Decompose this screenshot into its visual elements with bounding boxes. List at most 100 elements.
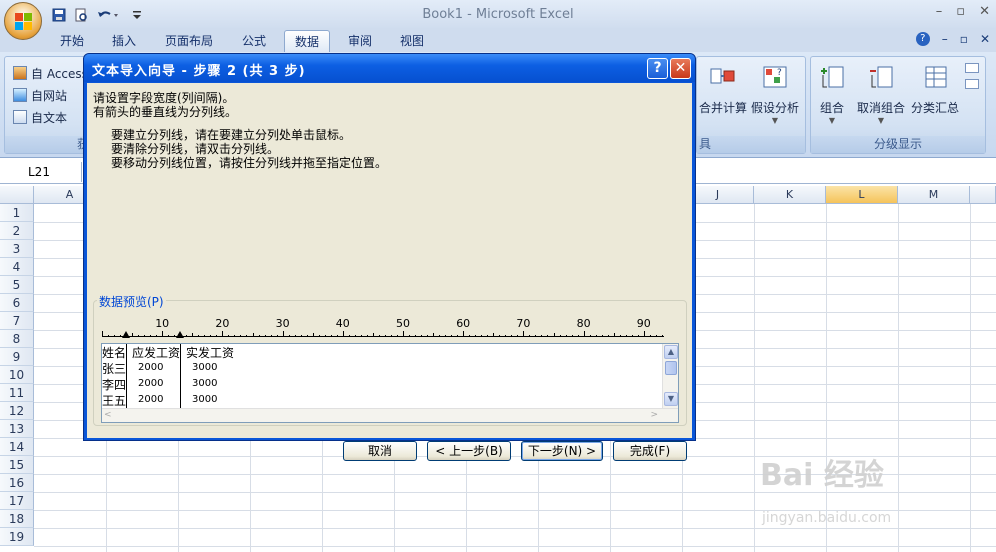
office-button[interactable] <box>4 2 42 40</box>
row-header[interactable]: 6 <box>0 294 34 312</box>
row-header[interactable]: 9 <box>0 348 34 366</box>
ruler-tick <box>228 335 230 337</box>
row-header[interactable]: 18 <box>0 510 34 528</box>
help-icon[interactable]: ? <box>915 32 930 46</box>
tab-view[interactable]: 视图 <box>392 30 432 52</box>
row-header[interactable]: 3 <box>0 240 34 258</box>
column-header-l[interactable]: L <box>826 186 898 204</box>
column-break-line[interactable] <box>180 344 181 408</box>
ruler-tick <box>396 335 398 337</box>
data-preview-box[interactable]: 姓名 应发工资 实发工资 张三 2000 3000 李四 2000 3000 王五 2000 3000… <box>101 343 679 423</box>
preview-cell: 王五 <box>102 394 127 408</box>
column-break-arrow-icon[interactable] <box>122 331 131 338</box>
close-workbook-icon[interactable]: ✕ <box>980 32 990 46</box>
select-all-corner[interactable] <box>0 186 34 204</box>
tab-insert[interactable]: 插入 <box>104 30 144 52</box>
preview-horizontal-scrollbar[interactable]: < > <box>102 408 678 422</box>
dropdown-arrow-icon: ▼ <box>828 116 836 125</box>
ruler-tick <box>655 335 657 337</box>
ruler-number: 90 <box>636 317 651 330</box>
column-gridline <box>754 204 755 552</box>
ruler-tick <box>487 335 489 337</box>
column-break-arrow-icon[interactable] <box>176 331 185 338</box>
tab-data[interactable]: 数据 <box>284 30 330 52</box>
ruler-number: 70 <box>516 317 531 330</box>
row-header[interactable]: 10 <box>0 366 34 384</box>
row-header[interactable]: 12 <box>0 402 34 420</box>
column-gridline <box>898 204 899 552</box>
ruler-tick <box>150 335 152 337</box>
column-header-n[interactable] <box>970 186 996 204</box>
column-header-m[interactable]: M <box>898 186 970 204</box>
tab-review[interactable]: 审阅 <box>340 30 380 52</box>
group-button[interactable]: 组合 ▼ <box>817 63 847 125</box>
row-header[interactable]: 16 <box>0 474 34 492</box>
scroll-thumb[interactable] <box>665 361 677 375</box>
row-header[interactable]: 7 <box>0 312 34 330</box>
ungroup-button[interactable]: 取消组合 ▼ <box>857 63 905 125</box>
column-header-k[interactable]: K <box>754 186 826 204</box>
next-button[interactable]: 下一步(N) > <box>521 441 603 461</box>
finish-button[interactable]: 完成(F) <box>613 441 687 461</box>
row-header[interactable]: 4 <box>0 258 34 276</box>
row-header[interactable]: 15 <box>0 456 34 474</box>
row-header[interactable]: 14 <box>0 438 34 456</box>
ruler-tick <box>583 331 585 337</box>
from-text-button[interactable]: 自文本 <box>13 107 67 127</box>
row-header[interactable]: 19 <box>0 528 34 546</box>
row-header[interactable]: 2 <box>0 222 34 240</box>
hide-detail-icon[interactable] <box>965 79 979 89</box>
row-header[interactable]: 5 <box>0 276 34 294</box>
subtotal-button[interactable]: 分类汇总 <box>911 63 959 116</box>
group-label: 分级显示 <box>811 136 985 153</box>
preview-cell: 张三 <box>102 362 127 376</box>
ruler-tick <box>312 333 314 337</box>
column-ruler[interactable]: 10 20 30 40 50 60 70 80 90 <box>102 317 664 338</box>
name-box[interactable]: L21 <box>0 162 82 182</box>
ruler-tick <box>613 333 615 337</box>
show-detail-icon[interactable] <box>965 63 979 73</box>
preview-vertical-scrollbar[interactable]: ▲ ▼ <box>662 344 678 408</box>
scroll-down-icon[interactable]: ▼ <box>664 392 678 406</box>
ruler-tick <box>457 335 459 337</box>
ruler-tick <box>102 331 103 337</box>
minimize-workbook-icon[interactable]: – <box>942 32 948 46</box>
row-header[interactable]: 11 <box>0 384 34 402</box>
restore-workbook-icon[interactable]: ▫ <box>960 32 968 46</box>
ruler-tick <box>505 335 507 337</box>
column-break-line[interactable] <box>126 344 127 408</box>
cancel-button[interactable]: 取消 <box>343 441 417 461</box>
consolidate-button[interactable]: 合并计算 <box>699 63 747 116</box>
back-button[interactable]: < 上一步(B) <box>427 441 511 461</box>
data-preview-label: 数据预览(P) <box>97 293 166 310</box>
subtotal-icon <box>925 66 947 88</box>
scroll-up-icon[interactable]: ▲ <box>664 345 678 359</box>
ruler-tick <box>114 335 116 337</box>
minimize-icon[interactable]: – <box>936 4 943 19</box>
row-header[interactable]: 1 <box>0 204 34 222</box>
from-access-button[interactable]: 自 Access <box>13 63 88 83</box>
dialog-title-bar[interactable]: 文本导入向导 - 步骤 2 (共 3 步) ? ✕ <box>84 54 695 82</box>
ungroup-icon <box>870 66 893 88</box>
dialog-help-button[interactable]: ? <box>647 58 668 79</box>
ruler-tick <box>565 335 567 337</box>
ruler-tick <box>282 331 284 337</box>
row-header[interactable]: 8 <box>0 330 34 348</box>
row-header[interactable]: 13 <box>0 420 34 438</box>
window-controls: – ▫ ✕ <box>936 4 990 19</box>
tab-home[interactable]: 开始 <box>50 30 94 52</box>
svg-text:?: ? <box>777 68 782 78</box>
ruler-number: 50 <box>396 317 410 330</box>
preview-cell: 3000 <box>192 362 218 373</box>
close-icon[interactable]: ✕ <box>979 4 990 19</box>
tab-page-layout[interactable]: 页面布局 <box>156 30 222 52</box>
ruler-tick <box>384 335 386 337</box>
what-if-analysis-button[interactable]: ? 假设分析 ▼ <box>751 63 799 125</box>
scroll-left-icon[interactable]: < <box>104 410 112 420</box>
dialog-close-button[interactable]: ✕ <box>670 58 691 79</box>
scroll-right-icon[interactable]: > <box>650 410 658 420</box>
tab-formulas[interactable]: 公式 <box>234 30 274 52</box>
maximize-icon[interactable]: ▫ <box>956 4 965 19</box>
row-header[interactable]: 17 <box>0 492 34 510</box>
from-web-button[interactable]: 自网站 <box>13 85 67 105</box>
